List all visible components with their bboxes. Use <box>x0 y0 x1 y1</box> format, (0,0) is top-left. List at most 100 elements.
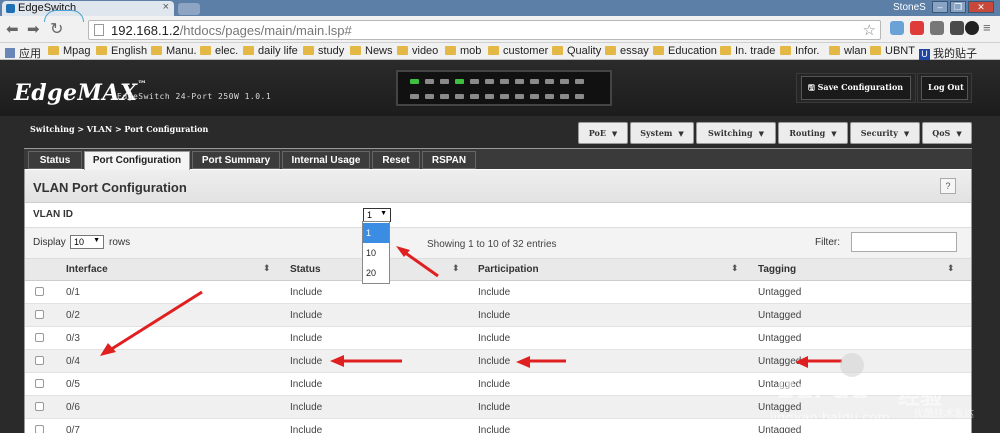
table-row[interactable]: 0/2 Include Include Untagged <box>25 304 971 327</box>
menu-switching[interactable]: Switching ▼ <box>696 122 776 144</box>
extension-icon[interactable] <box>930 21 944 35</box>
menu-icon[interactable]: ≡ <box>983 20 991 35</box>
folder-icon <box>48 46 59 55</box>
folder-icon <box>870 46 881 55</box>
port-led <box>500 79 509 84</box>
tab-close-icon[interactable]: × <box>163 1 169 13</box>
rows-label: rows <box>109 237 131 248</box>
tab-status[interactable]: Status <box>28 151 82 169</box>
sort-icon[interactable]: ⬍ <box>263 263 271 274</box>
col-participation[interactable]: Participation <box>478 264 539 275</box>
save-configuration-button[interactable]: 🖫 Save Configuration <box>801 76 911 100</box>
folder-icon <box>605 46 616 55</box>
bookmark-folder[interactable]: essay <box>605 45 649 57</box>
bookmark-folder[interactable]: Quality <box>552 45 601 57</box>
menu-qos[interactable]: QoS ▼ <box>922 122 972 144</box>
col-interface[interactable]: Interface <box>66 264 108 275</box>
extension-icon[interactable] <box>950 21 964 35</box>
port-led <box>455 94 464 99</box>
minimize-button[interactable]: – <box>932 1 948 13</box>
reload-icon[interactable]: ↻ <box>50 19 63 39</box>
extension-icon[interactable] <box>910 21 924 35</box>
cell-interface: 0/7 <box>66 425 80 433</box>
row-checkbox[interactable] <box>35 402 44 411</box>
caret-down-icon: ▼ <box>93 237 100 244</box>
vlan-option[interactable]: 20 <box>363 263 389 283</box>
row-checkbox[interactable] <box>35 310 44 319</box>
tab-port-configuration[interactable]: Port Configuration <box>84 151 190 170</box>
tab-internal-usage[interactable]: Internal Usage <box>282 151 370 169</box>
bookmark-star-icon[interactable]: ☆ <box>863 21 876 39</box>
port-led <box>560 79 569 84</box>
bookmark-apps[interactable]: 应用 <box>5 45 41 61</box>
bookmark-folder[interactable]: UBNT <box>870 45 915 57</box>
bookmark-folder[interactable]: Infor. <box>780 45 819 57</box>
menu-system[interactable]: System ▼ <box>630 122 694 144</box>
col-status[interactable]: Status <box>290 264 321 275</box>
display-rows-select[interactable]: 10 ▼ <box>70 235 104 249</box>
browser-user-name[interactable]: StoneS <box>893 2 926 13</box>
browser-titlebar: EdgeSwitch × StoneS – ❐ ✕ <box>0 0 1000 16</box>
bookmark-folder[interactable]: mob <box>445 45 481 57</box>
bookmark-folder[interactable]: News <box>350 45 393 57</box>
bookmark-folder[interactable]: Education <box>653 45 717 57</box>
sort-icon[interactable]: ⬍ <box>452 263 460 274</box>
back-arrow-icon[interactable]: ⬅ <box>6 20 19 38</box>
menu-security[interactable]: Security ▼ <box>850 122 920 144</box>
edgeswitch-favicon-icon <box>6 4 15 13</box>
row-checkbox[interactable] <box>35 425 44 433</box>
vlan-option[interactable]: 10 <box>363 243 389 263</box>
cell-status: Include <box>290 287 323 298</box>
bookmark-folder[interactable]: Manu. <box>151 45 197 57</box>
vlan-id-row: VLAN ID 1 ▼ <box>25 204 971 228</box>
row-checkbox[interactable] <box>35 333 44 342</box>
cell-interface: 0/5 <box>66 379 80 390</box>
folder-icon <box>96 46 107 55</box>
row-checkbox[interactable] <box>35 287 44 296</box>
new-tab-button[interactable] <box>178 3 200 15</box>
table-row[interactable]: 0/1 Include Include Untagged <box>25 281 971 304</box>
port-led <box>545 79 554 84</box>
forward-arrow-icon[interactable]: ➡ <box>27 20 40 38</box>
bookmark-folder[interactable]: daily life <box>243 45 298 57</box>
vlan-id-select[interactable]: 1 ▼ <box>363 208 391 222</box>
cell-tagging: Untagged <box>758 287 802 298</box>
bookmark-folder[interactable]: customer <box>488 45 548 57</box>
maximize-button[interactable]: ❐ <box>950 1 966 13</box>
col-tagging[interactable]: Tagging <box>758 264 796 275</box>
tab-rspan[interactable]: RSPAN <box>422 151 476 169</box>
row-checkbox[interactable] <box>35 356 44 365</box>
help-button[interactable]: ? <box>940 178 956 194</box>
menu-routing[interactable]: Routing ▼ <box>778 122 848 144</box>
table-header: Interface ⬍ Status ⬍ Participation ⬍ Tag… <box>25 259 971 281</box>
bookmark-folder[interactable]: video <box>397 45 438 57</box>
cell-status: Include <box>290 425 323 433</box>
filter-input[interactable] <box>851 232 957 252</box>
address-bar[interactable]: 192.168.1.2/htdocs/pages/main/main.lsp# … <box>88 20 881 40</box>
url-text[interactable]: 192.168.1.2/htdocs/pages/main/main.lsp# <box>111 23 352 38</box>
folder-icon <box>397 46 408 55</box>
watermark-tag: 优酷技术发达 <box>914 409 974 420</box>
tab-port-summary[interactable]: Port Summary <box>192 151 280 169</box>
vlan-option[interactable]: 1 <box>363 223 389 243</box>
extension-icon[interactable] <box>890 21 904 35</box>
browser-tab[interactable]: EdgeSwitch × <box>2 1 174 16</box>
row-checkbox[interactable] <box>35 379 44 388</box>
bookmark-folder[interactable]: elec. <box>200 45 238 57</box>
color-wheel-icon[interactable] <box>965 21 979 35</box>
tab-reset[interactable]: Reset <box>372 151 420 169</box>
bookmark-folder[interactable]: wlan <box>829 45 867 57</box>
port-led <box>575 79 584 84</box>
sort-icon[interactable]: ⬍ <box>947 263 955 274</box>
watermark-brand: Bai du <box>776 375 869 405</box>
bookmark-folder[interactable]: Mpag <box>48 45 91 57</box>
sort-icon[interactable]: ⬍ <box>731 263 739 274</box>
bookmark-folder[interactable]: In. trade <box>720 45 775 57</box>
close-window-button[interactable]: ✕ <box>968 1 994 13</box>
logout-button[interactable]: Log Out <box>921 76 968 100</box>
folder-icon <box>720 46 731 55</box>
bookmark-folder[interactable]: study <box>303 45 344 57</box>
menu-poe[interactable]: PoE ▼ <box>578 122 628 144</box>
bookmark-link[interactable]: U 我的贴子 <box>919 45 977 61</box>
bookmark-folder[interactable]: English <box>96 45 147 57</box>
